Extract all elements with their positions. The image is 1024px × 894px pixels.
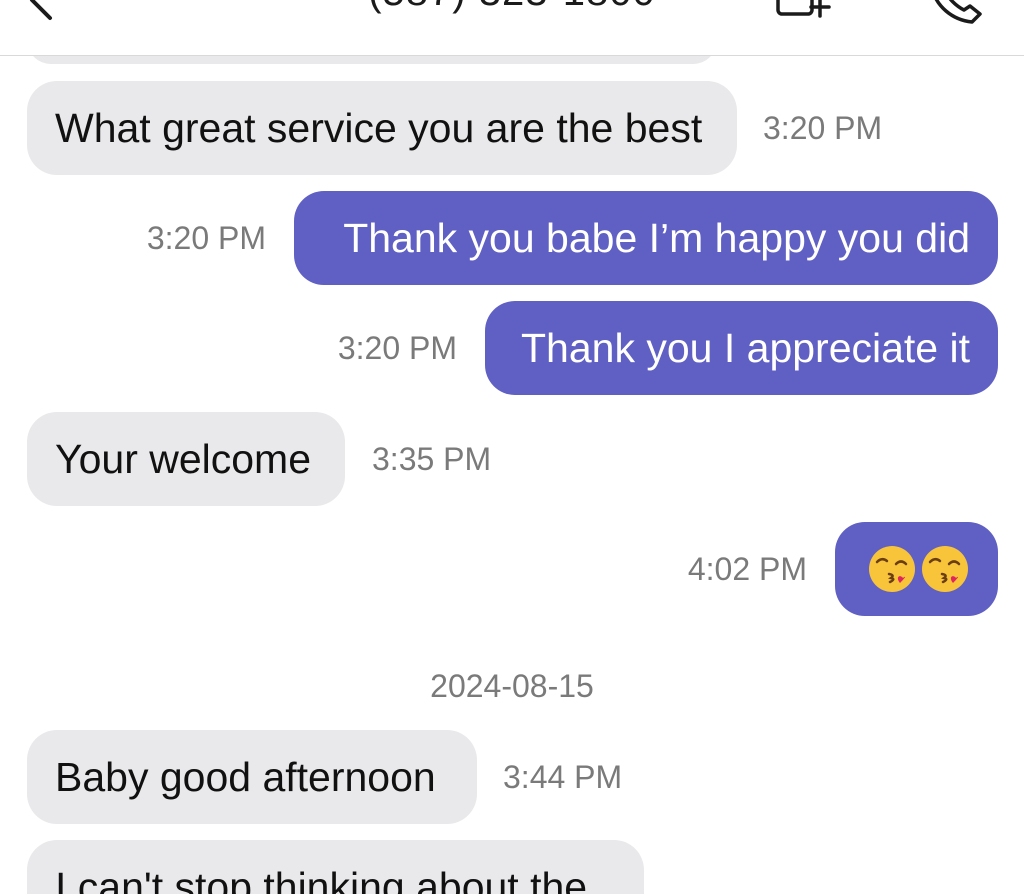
conversation-screen: (587) 323-1800 What great service you ar… bbox=[0, 0, 1024, 894]
kissing-face-icon bbox=[921, 546, 968, 592]
add-photo-button[interactable] bbox=[768, 0, 838, 32]
message-timestamp: 3:20 PM bbox=[763, 109, 883, 146]
message-text: I can't stop thinking about the bbox=[55, 864, 588, 894]
emoji-message bbox=[864, 544, 970, 594]
message-bubble-incoming[interactable]: I can't stop thinking about the bbox=[27, 840, 644, 894]
contact-phone-number[interactable]: (587) 323-1800 bbox=[0, 0, 1024, 15]
phone-icon bbox=[934, 0, 982, 24]
date-separator: 2024-08-15 bbox=[430, 668, 594, 704]
message-timestamp: 3:20 PM bbox=[146, 219, 266, 256]
message-bubble-outgoing[interactable] bbox=[835, 522, 998, 616]
conversation-header: (587) 323-1800 bbox=[0, 0, 1024, 56]
message-timestamp: 3:44 PM bbox=[503, 758, 623, 795]
message-timestamp: 4:02 PM bbox=[687, 550, 807, 587]
message-text: Your welcome bbox=[55, 435, 312, 482]
message-bubble-outgoing[interactable]: Thank you babe I’m happy you did bbox=[294, 191, 998, 285]
call-button[interactable] bbox=[918, 0, 988, 32]
message-text: Thank you I appreciate it bbox=[521, 324, 970, 371]
kissing-face-icon bbox=[868, 546, 915, 592]
message-bubble-incoming[interactable]: Baby good afternoon bbox=[27, 730, 477, 824]
message-timestamp: 3:20 PM bbox=[337, 329, 457, 366]
message-bubble-incoming[interactable]: Your welcome bbox=[27, 412, 345, 506]
message-text: What great service you are the best bbox=[55, 104, 703, 151]
message-timestamp: 3:35 PM bbox=[372, 440, 492, 477]
message-bubble-incoming[interactable]: What great service you are the best bbox=[27, 81, 737, 175]
message-bubble-incoming[interactable] bbox=[27, 56, 717, 64]
add-photo-icon bbox=[776, 0, 831, 18]
message-bubble-outgoing[interactable]: Thank you I appreciate it bbox=[485, 301, 998, 395]
message-text: Thank you babe I’m happy you did bbox=[343, 214, 970, 261]
message-list[interactable]: What great service you are the best 3:20… bbox=[0, 56, 1024, 894]
message-text: Baby good afternoon bbox=[55, 753, 436, 800]
